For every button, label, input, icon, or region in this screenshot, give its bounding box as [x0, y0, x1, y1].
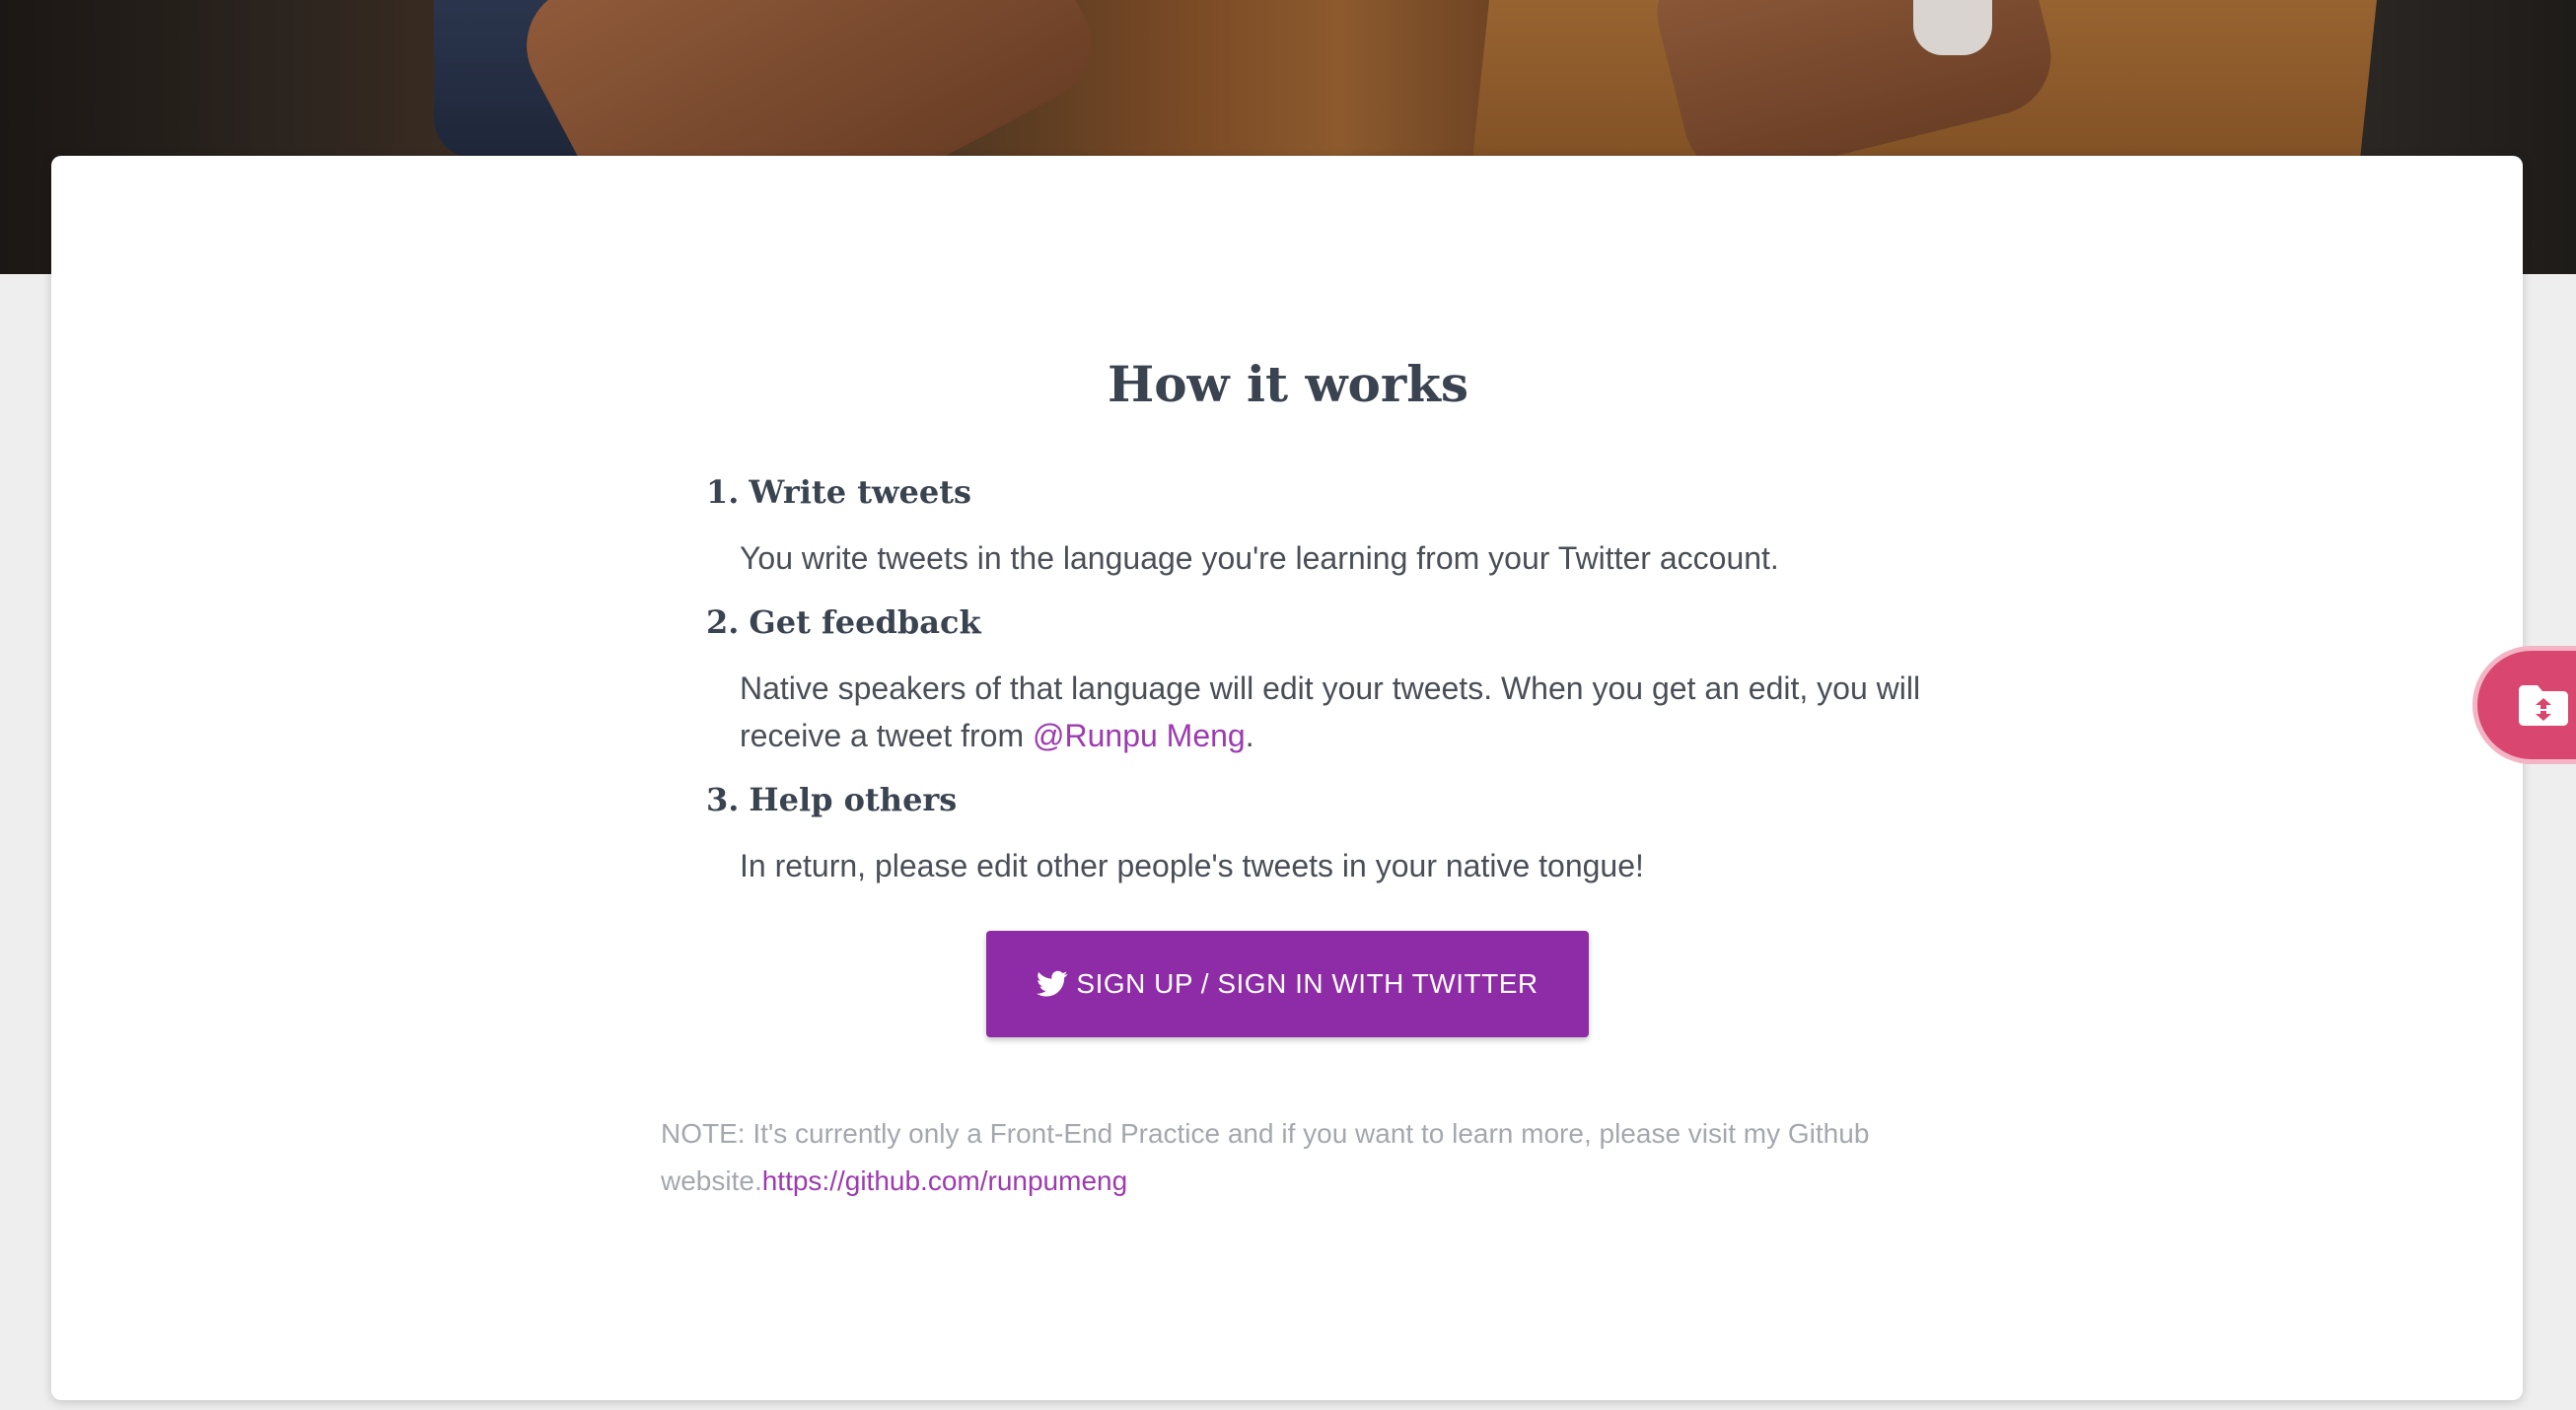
step-3-body: In return, please edit other people's tw…: [740, 848, 1644, 883]
runpu-meng-link[interactable]: @Runpu Meng: [1033, 718, 1246, 753]
twitter-bird-icon: [1037, 970, 1068, 997]
step-2-body: Native speakers of that language will ed…: [740, 665, 1953, 759]
content-card: [51, 156, 2523, 1400]
step-2-title: Get feedback: [749, 603, 981, 641]
step-2-body-period: .: [1245, 718, 1254, 753]
step-2-heading: 2. Get feedback: [706, 603, 981, 641]
footer-note: NOTE: It's currently only a Front-End Pr…: [661, 1110, 1894, 1205]
step-3-heading: 3. Help others: [706, 781, 957, 818]
step-3-title: Help others: [749, 781, 958, 818]
step-2-body-text: Native speakers of that language will ed…: [740, 670, 1921, 753]
hero-cup: [1913, 0, 1992, 55]
step-1-body: You write tweets in the language you're …: [740, 540, 1779, 576]
github-link[interactable]: https://github.com/runpumeng: [762, 1165, 1127, 1196]
folder-icon: [2519, 685, 2568, 726]
step-1-number: 1.: [706, 473, 740, 511]
twitter-signin-label: SIGN UP / SIGN IN WITH TWITTER: [1076, 968, 1538, 999]
step-1-title: Write tweets: [749, 473, 972, 511]
page-title: How it works: [1107, 355, 1469, 413]
side-widget-button[interactable]: [2477, 651, 2576, 759]
step-1-heading: 1. Write tweets: [706, 473, 971, 511]
step-3-number: 3.: [706, 781, 740, 818]
step-2-number: 2.: [706, 603, 740, 641]
twitter-signin-button[interactable]: SIGN UP / SIGN IN WITH TWITTER: [986, 931, 1589, 1037]
